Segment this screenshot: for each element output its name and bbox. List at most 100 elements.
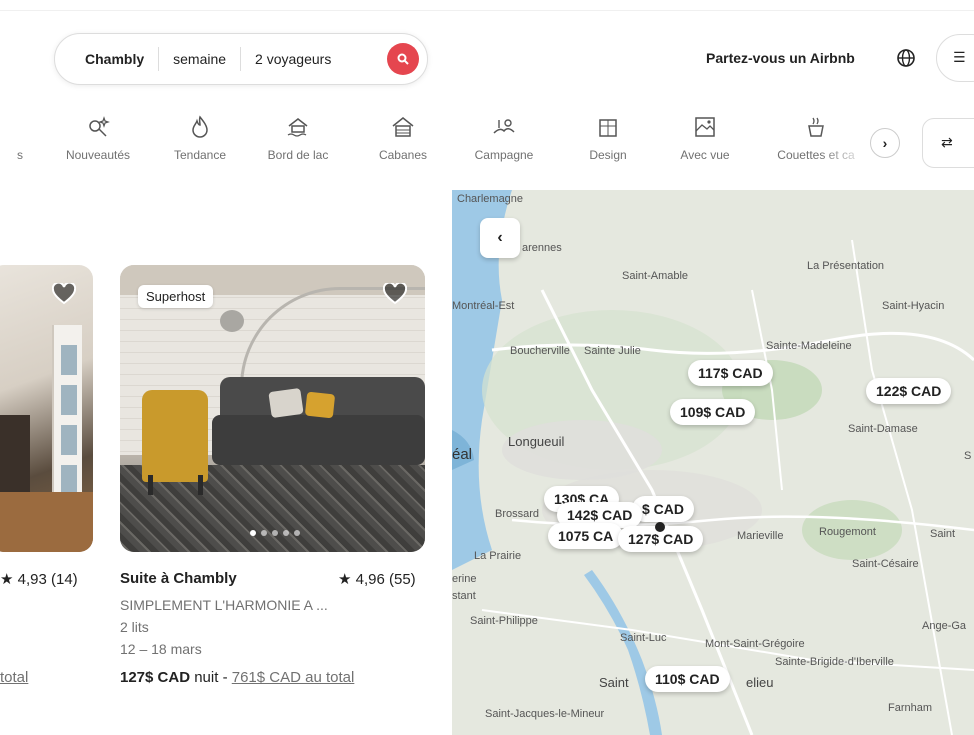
- map-label: Rougemont: [819, 526, 876, 538]
- map-view[interactable]: Charlemagne arennes Saint-Amable La Prés…: [452, 190, 974, 735]
- map-label: Saint-Césaire: [852, 558, 919, 570]
- search-dates[interactable]: semaine: [159, 47, 242, 71]
- map-label: éal: [452, 446, 473, 463]
- map-label: arennes: [522, 242, 562, 254]
- listing-rating: ★ 4,93 (14): [0, 571, 78, 588]
- category-avec-vue[interactable]: Avec vue: [672, 108, 738, 164]
- chevron-left-icon: ‹: [497, 229, 503, 246]
- category-label: Tendance: [173, 148, 227, 162]
- map-price-marker[interactable]: 122$ CAD: [866, 378, 952, 404]
- map-price-marker[interactable]: 1075 CA: [548, 523, 624, 549]
- category-campagne[interactable]: Campagne: [466, 108, 542, 164]
- map-label: Montréal-Est: [452, 300, 515, 312]
- category-design[interactable]: Design: [581, 108, 635, 164]
- map-label: La Prairie: [474, 550, 522, 562]
- category-label: s: [17, 148, 23, 162]
- host-link[interactable]: Partez-vous un Airbnb: [706, 50, 855, 66]
- sofa-seat-shape: [212, 415, 425, 465]
- map-location-dot: [655, 522, 665, 532]
- listing-dates: 12 – 18 mars: [120, 641, 202, 657]
- view-icon: [695, 117, 715, 137]
- category-next-button[interactable]: ›: [870, 128, 900, 158]
- globe-icon[interactable]: [896, 48, 916, 68]
- heart-icon[interactable]: [52, 283, 76, 305]
- chevron-right-icon: ›: [882, 135, 888, 151]
- floor-shape: [0, 492, 93, 552]
- map-label: Saint-Damase: [848, 423, 918, 435]
- listing-total-link[interactable]: 761$ CAD au total: [232, 669, 355, 686]
- search-bar[interactable]: Chambly semaine 2 voyageurs: [54, 33, 428, 85]
- map-label: Saint-Hyacin: [882, 300, 945, 312]
- lamp-shade-shape: [220, 310, 244, 332]
- user-menu-button[interactable]: ☰: [936, 34, 974, 82]
- image-carousel-dots[interactable]: [250, 530, 300, 536]
- search-button[interactable]: [387, 43, 419, 75]
- map-label: Farnham: [888, 702, 933, 714]
- listing-beds: 2 lits: [120, 619, 149, 635]
- map-label: Saint: [599, 675, 629, 690]
- map-label: Longueuil: [508, 434, 565, 449]
- key-sparkle-icon: [89, 116, 110, 137]
- partial-icon: [10, 114, 36, 140]
- search-guests[interactable]: 2 voyageurs: [241, 47, 339, 71]
- filters-button[interactable]: ⇄: [922, 118, 974, 168]
- map-terrain: [452, 190, 974, 735]
- listing-price-line: 127$ CAD nuit - 761$ CAD au total: [120, 669, 354, 686]
- map-collapse-button[interactable]: ‹: [480, 218, 520, 258]
- map-label: Saint-Luc: [620, 632, 667, 644]
- map-label: Ange-Ga: [922, 620, 967, 632]
- listing-price-suffix: nuit -: [194, 669, 228, 686]
- category-nouveautes[interactable]: Nouveautés: [58, 108, 138, 164]
- category-tendance[interactable]: Tendance: [163, 108, 237, 164]
- map-price-marker[interactable]: 117$ CAD: [688, 360, 773, 386]
- listing-image[interactable]: [120, 265, 425, 552]
- heart-icon[interactable]: [383, 283, 407, 305]
- listing-title[interactable]: Suite à Chambly: [120, 570, 237, 587]
- countryside-icon: [493, 119, 515, 134]
- map-label: Saint-Amable: [622, 270, 689, 282]
- listing-rating: ★ 4,96 (55): [338, 571, 416, 588]
- map-label: erine: [452, 573, 477, 585]
- category-label: Bord de lac: [267, 148, 329, 162]
- map-label: Sainte Julie: [584, 345, 641, 357]
- chair-leg-shape: [198, 475, 203, 495]
- category-partial[interactable]: s: [10, 108, 30, 164]
- map-label: Charlemagne: [457, 193, 524, 205]
- cabin-icon: [392, 117, 414, 137]
- cabinet-shape: [0, 415, 30, 495]
- menu-icon: ☰: [953, 49, 966, 65]
- search-icon: [397, 53, 409, 65]
- category-label: Design: [589, 148, 627, 162]
- map-label: Sainte-Madeleine: [766, 340, 852, 352]
- flame-icon: [192, 115, 208, 138]
- chair-leg-shape: [148, 475, 153, 495]
- map-label: stant: [452, 590, 476, 602]
- rating-value: 4,96 (55): [355, 571, 416, 588]
- category-label: Avec vue: [680, 148, 730, 162]
- pillow-shape: [304, 391, 336, 419]
- category-cabanes[interactable]: Cabanes: [373, 108, 433, 164]
- map-label: Sainte-Brigide-d'Iberville: [775, 656, 894, 668]
- map-price-marker[interactable]: 109$ CAD: [670, 399, 756, 425]
- category-label: Campagne: [474, 148, 534, 162]
- rating-value: 4,93 (14): [17, 571, 78, 588]
- map-label: Saint-Jacques-le-Mineur: [485, 708, 605, 720]
- map-label: Boucherville: [510, 345, 570, 357]
- search-location[interactable]: Chambly: [55, 47, 160, 71]
- superhost-badge: Superhost: [138, 285, 214, 308]
- lake-house-icon: [287, 118, 308, 137]
- pillow-shape: [268, 387, 304, 419]
- listing-total-link[interactable]: total: [0, 669, 28, 686]
- map-price-marker[interactable]: 110$ CAD: [645, 666, 730, 692]
- armchair-shape: [142, 390, 208, 482]
- design-building-icon: [599, 119, 617, 137]
- map-label: Marieville: [737, 530, 784, 542]
- filters-icon: ⇄: [941, 134, 953, 150]
- category-bord-de-lac[interactable]: Bord de lac: [258, 108, 338, 164]
- map-label: La Présentation: [807, 260, 885, 272]
- map-label: Brossard: [495, 508, 540, 520]
- listing-subtitle: SIMPLEMENT L'HARMONIE A ...: [120, 597, 328, 613]
- map-label: Mont-Saint-Grégoire: [705, 638, 805, 650]
- listing-image[interactable]: [0, 265, 93, 552]
- map-label: Saint: [930, 528, 956, 540]
